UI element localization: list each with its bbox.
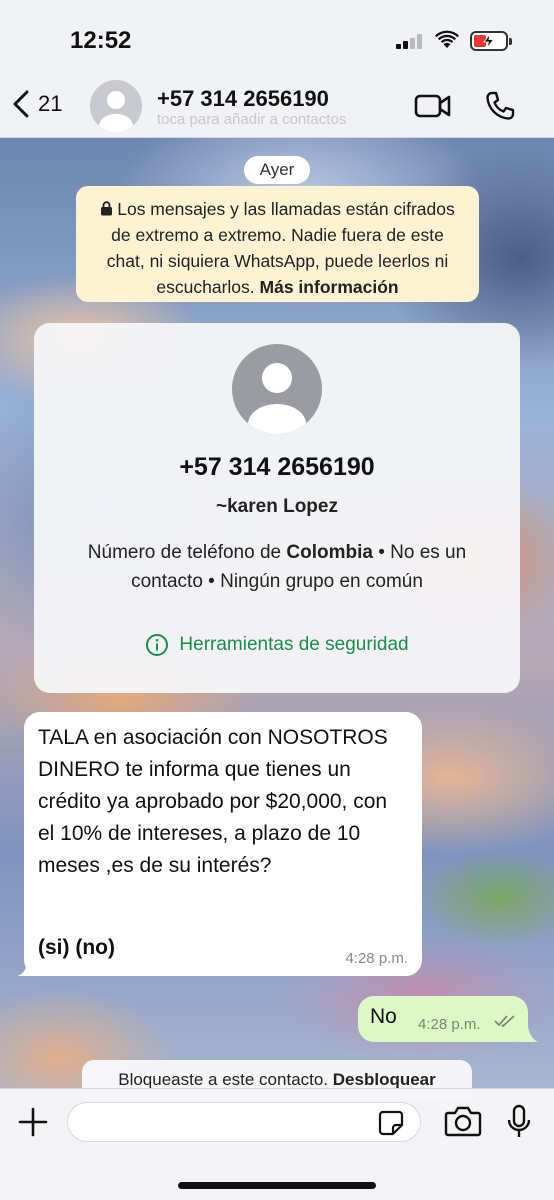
microphone-icon xyxy=(507,1104,531,1137)
sticker-icon xyxy=(378,1110,404,1136)
message-time: 4:28 p.m. xyxy=(345,950,408,967)
video-call-button[interactable] xyxy=(414,93,452,124)
status-time: 12:52 xyxy=(70,27,132,54)
avatar[interactable] xyxy=(232,344,322,434)
date-separator: Ayer xyxy=(244,156,310,184)
plus-icon xyxy=(18,1107,48,1137)
wifi-icon xyxy=(434,30,460,55)
info-icon xyxy=(146,634,169,656)
microphone-button[interactable] xyxy=(506,1104,532,1145)
home-indicator xyxy=(178,1182,376,1189)
battery-icon xyxy=(470,31,512,51)
phone-icon xyxy=(486,91,515,120)
country-name: Colombia xyxy=(286,542,373,563)
security-tools-button[interactable]: Herramientas de seguridad xyxy=(34,633,520,657)
video-icon xyxy=(414,94,451,118)
attach-button[interactable] xyxy=(18,1107,48,1142)
back-button[interactable]: 21 xyxy=(12,90,62,118)
message-input[interactable] xyxy=(67,1102,421,1142)
read-ticks-icon xyxy=(494,1015,515,1028)
details-prefix: Número de teléfono de xyxy=(87,542,287,563)
camera-icon xyxy=(444,1106,482,1137)
composer-bar xyxy=(0,1088,554,1200)
reply-options: (si) (no) xyxy=(38,936,115,959)
top-bar: 12:52 21 +57 314 2656190 toca para añadi… xyxy=(0,0,554,138)
camera-button[interactable] xyxy=(444,1105,482,1142)
chevron-left-icon xyxy=(13,90,29,118)
blocked-text: Bloqueaste a este contacto. xyxy=(118,1070,329,1089)
contact-info-card: +57 314 2656190 ~karen Lopez Número de t… xyxy=(34,323,520,693)
encryption-notice[interactable]: Los mensajes y las llamadas están cifrad… xyxy=(76,186,479,302)
chat-title[interactable]: +57 314 2656190 xyxy=(157,86,329,112)
chat-subtitle[interactable]: toca para añadir a contactos xyxy=(157,111,346,128)
contact-details: Número de teléfono de Colombia • No es u… xyxy=(54,538,500,596)
avatar[interactable] xyxy=(90,80,142,132)
contact-name: ~karen Lopez xyxy=(216,496,338,517)
message-text: No xyxy=(370,1005,397,1028)
message-text: TALA en asociación con NOSOTROS DINERO t… xyxy=(38,726,388,877)
incoming-message[interactable]: TALA en asociación con NOSOTROS DINERO t… xyxy=(24,712,422,976)
cellular-signal-icon xyxy=(396,33,426,49)
lock-icon xyxy=(101,201,113,216)
more-info-link[interactable]: Más información xyxy=(260,277,399,297)
voice-call-button[interactable] xyxy=(484,90,516,127)
unread-count: 21 xyxy=(38,91,63,116)
outgoing-message[interactable]: No 4:28 p.m. xyxy=(358,996,528,1042)
sticker-button[interactable] xyxy=(378,1110,404,1141)
contact-number: +57 314 2656190 xyxy=(179,453,375,481)
unblock-link[interactable]: Desbloquear xyxy=(333,1070,436,1089)
message-time: 4:28 p.m. xyxy=(418,1016,481,1033)
security-tools-label: Herramientas de seguridad xyxy=(179,634,409,655)
